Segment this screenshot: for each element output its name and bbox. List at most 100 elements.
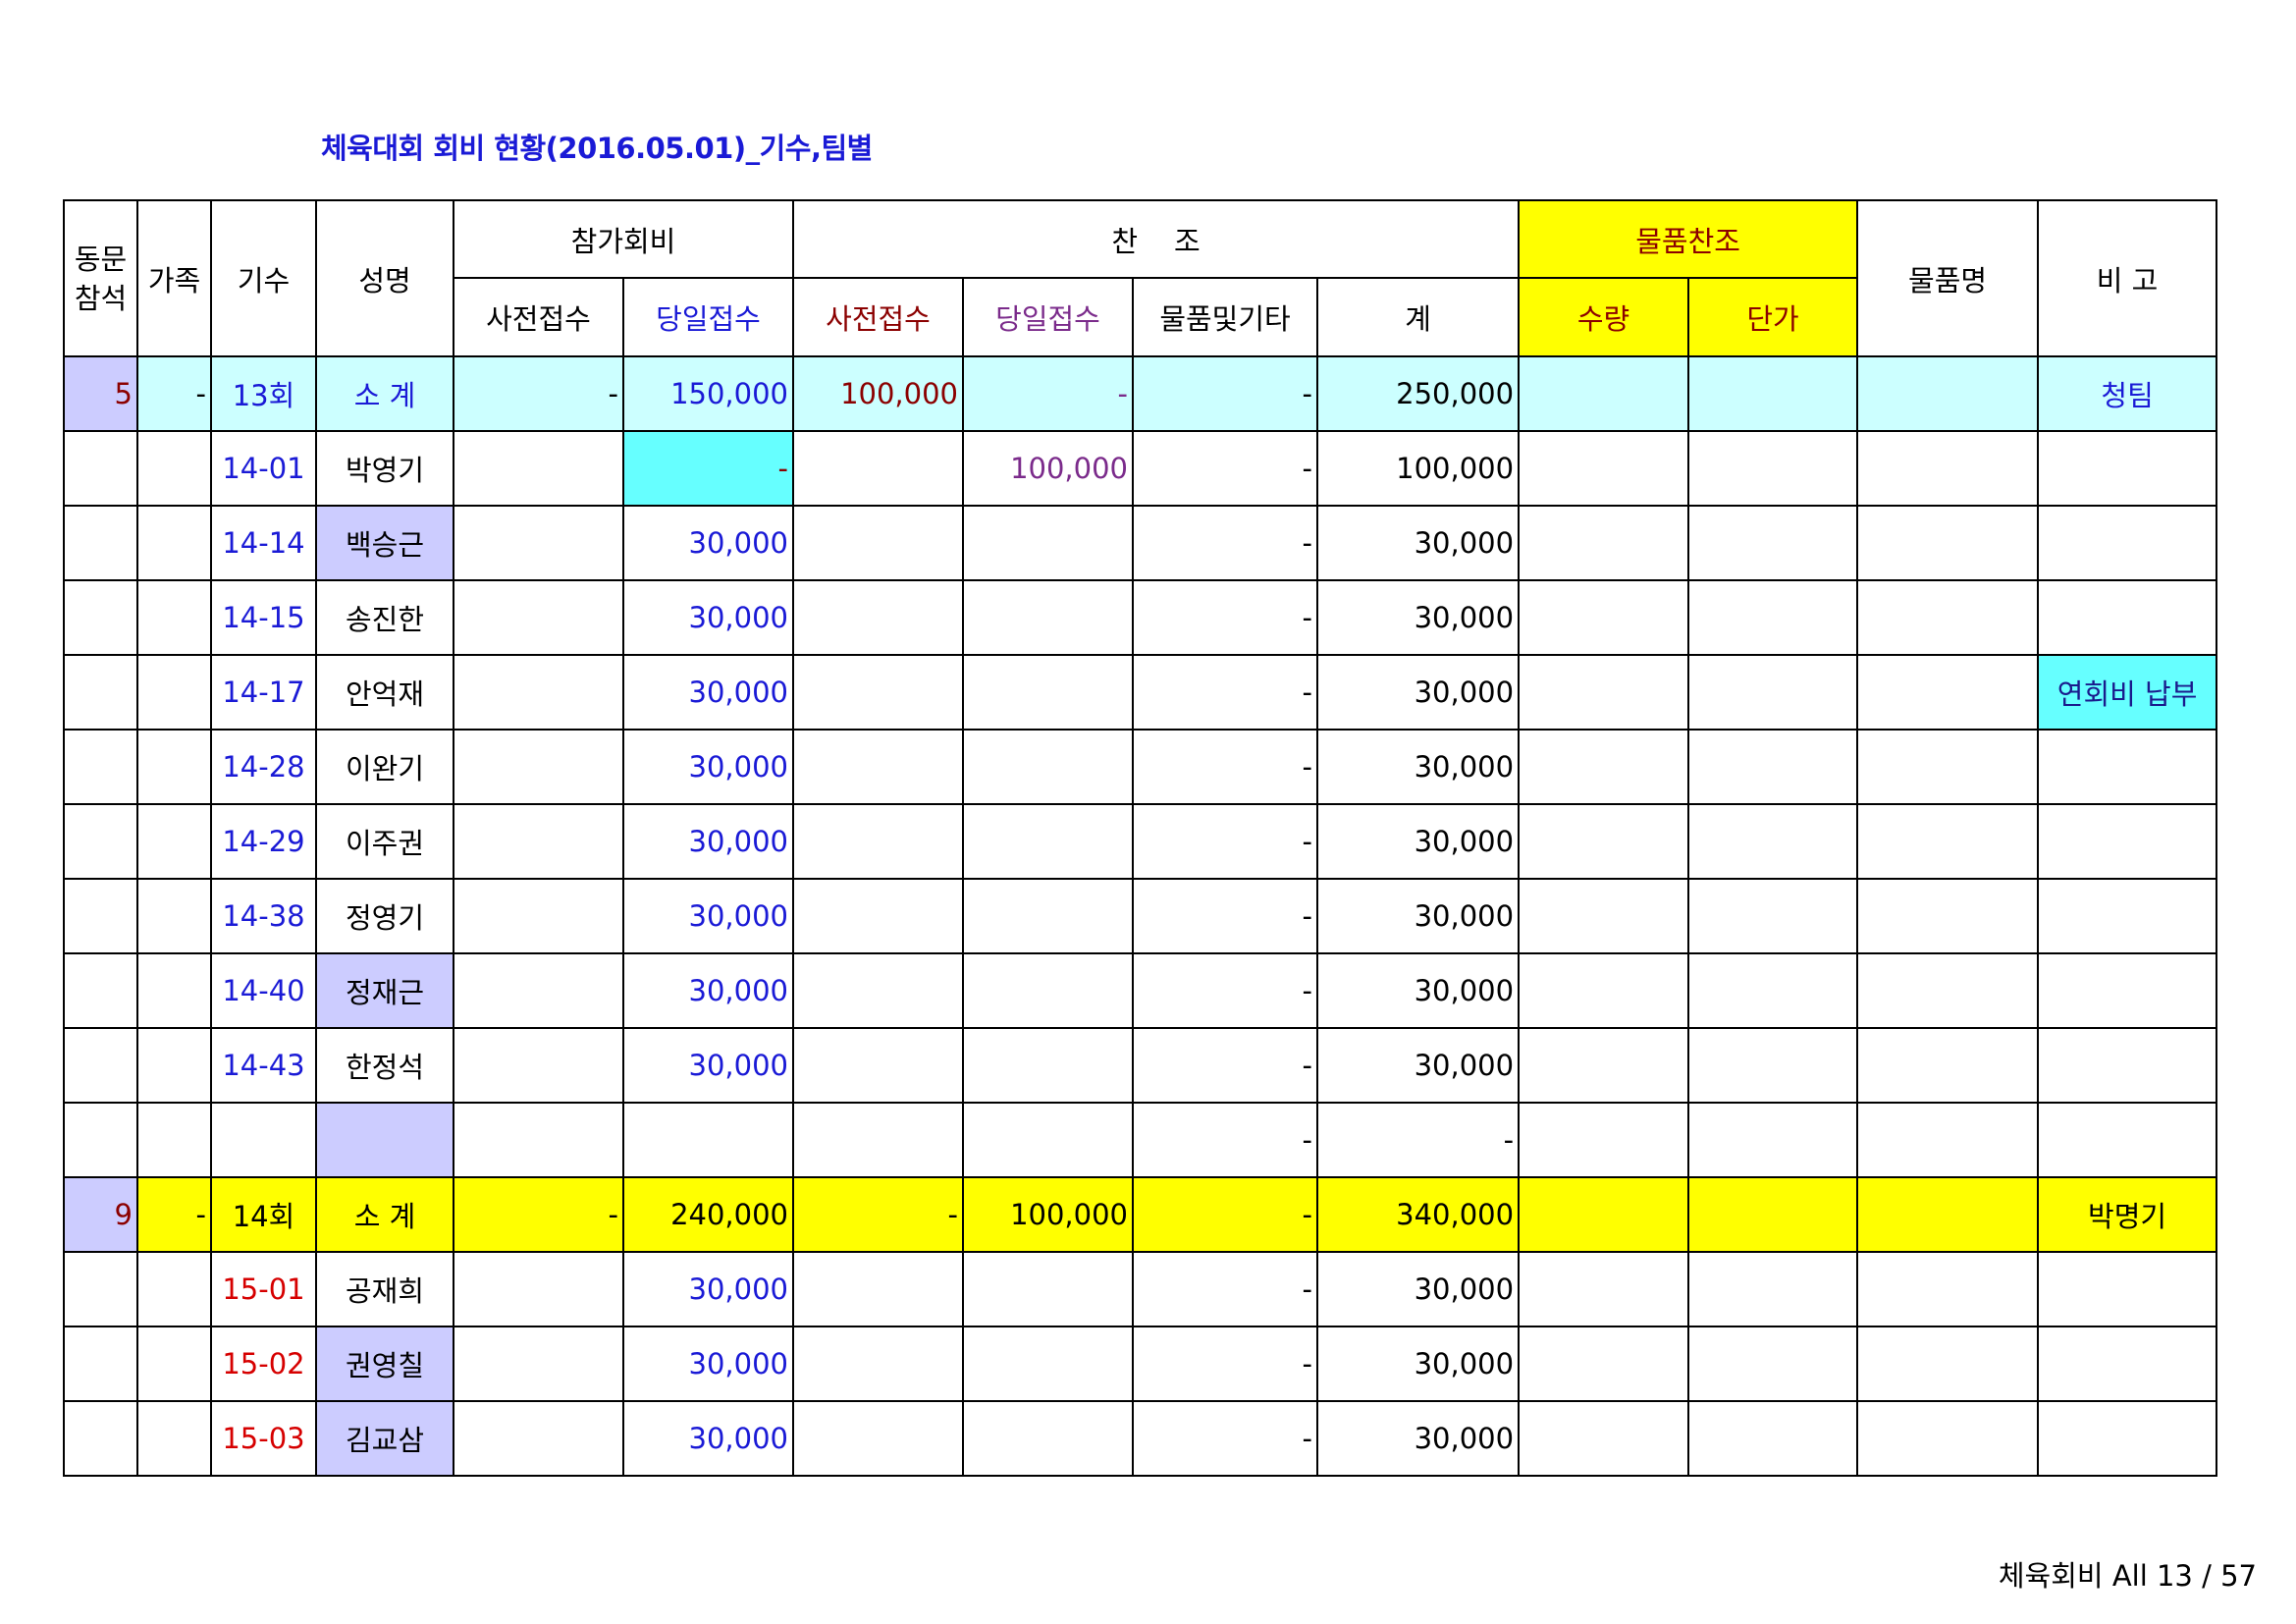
cell-name: 소 계: [315, 355, 454, 432]
cell-sup-goods: -: [1132, 1176, 1319, 1253]
cell-price: [1687, 355, 1859, 432]
cell-note: [2037, 1326, 2218, 1402]
cell-family: [136, 729, 212, 805]
cell-price: [1687, 1400, 1859, 1477]
header-family: 가족: [136, 199, 212, 357]
cell-sup-day: [962, 803, 1135, 880]
cell-sup-goods: -: [1132, 1400, 1319, 1477]
cell-sup-goods: -: [1132, 355, 1319, 432]
cell-sup-day: [962, 1326, 1135, 1402]
cell-family: -: [136, 1176, 212, 1253]
cell-sup-goods: -: [1132, 1027, 1319, 1104]
table-row: 15-03 김교삼 30,000-30,000: [63, 1400, 2218, 1477]
cell-name: 정재근: [315, 952, 454, 1029]
cell-sup-goods: -: [1132, 1326, 1319, 1402]
cell-goods-name: [1856, 952, 2040, 1029]
cell-gisu: 15-02: [210, 1326, 317, 1402]
header-fee-pre: 사전접수: [453, 277, 624, 357]
cell-note: [2037, 952, 2218, 1029]
cell-attend: 9: [63, 1176, 138, 1253]
cell-note: [2037, 729, 2218, 805]
header-sup-day: 당일접수: [962, 277, 1135, 357]
cell-name: [315, 1102, 454, 1178]
cell-attend: [63, 505, 138, 581]
header-goods-price: 단가: [1687, 277, 1859, 357]
cell-total: 100,000: [1316, 430, 1521, 507]
cell-fee-pre: [453, 952, 624, 1029]
cell-goods-name: [1856, 430, 2040, 507]
cell-name: 백승근: [315, 505, 454, 581]
cell-attend: [63, 654, 138, 731]
cell-total: 30,000: [1316, 654, 1521, 731]
header-support-group: 찬 조: [792, 199, 1521, 279]
cell-note: [2037, 878, 2218, 954]
cell-sup-day: [962, 1102, 1135, 1178]
cell-price: [1687, 952, 1859, 1029]
cell-gisu: 13회: [210, 355, 317, 432]
cell-qty: [1518, 1176, 1690, 1253]
cell-fee-pre: [453, 1102, 624, 1178]
cell-total: 30,000: [1316, 1251, 1521, 1327]
cell-sup-day: [962, 1027, 1135, 1104]
cell-goods-name: [1856, 1176, 2040, 1253]
cell-gisu: 14-40: [210, 952, 317, 1029]
cell-note: [2037, 1251, 2218, 1327]
cell-attend: [63, 729, 138, 805]
cell-fee-pre: [453, 654, 624, 731]
cell-attend: [63, 803, 138, 880]
cell-note: [2037, 505, 2218, 581]
cell-sup-pre: [792, 952, 965, 1029]
cell-fee-pre: -: [453, 355, 624, 432]
cell-gisu: 14-15: [210, 579, 317, 656]
cell-qty: [1518, 1102, 1690, 1178]
cell-family: [136, 1326, 212, 1402]
cell-name: 권영칠: [315, 1326, 454, 1402]
cell-price: [1687, 1251, 1859, 1327]
cell-sup-day: -: [962, 355, 1135, 432]
cell-fee-pre: -: [453, 1176, 624, 1253]
cell-sup-pre: [792, 579, 965, 656]
cell-fee-pre: [453, 505, 624, 581]
cell-name: 안억재: [315, 654, 454, 731]
cell-sup-day: 100,000: [962, 430, 1135, 507]
cell-fee-pre: [453, 729, 624, 805]
header-sup-total: 계: [1316, 277, 1521, 357]
cell-sup-pre: [792, 878, 965, 954]
header-goods-name: 물품명: [1856, 199, 2040, 357]
header-fee-day: 당일접수: [621, 277, 795, 357]
cell-family: [136, 654, 212, 731]
cell-sup-pre: [792, 430, 965, 507]
cell-attend: [63, 1102, 138, 1178]
cell-note: 청팀: [2037, 355, 2218, 432]
cell-gisu: 14-43: [210, 1027, 317, 1104]
header-goods-qty: 수량: [1518, 277, 1690, 357]
page-footer: 체육회비 All 13 / 57: [1998, 1559, 2257, 1593]
cell-goods-name: [1856, 579, 2040, 656]
cell-fee-day: 30,000: [621, 803, 795, 880]
cell-qty: [1518, 1251, 1690, 1327]
cell-sup-goods: -: [1132, 579, 1319, 656]
cell-name: 이주권: [315, 803, 454, 880]
cell-price: [1687, 430, 1859, 507]
cell-sup-goods: -: [1132, 729, 1319, 805]
cell-price: [1687, 1326, 1859, 1402]
cell-sup-goods: -: [1132, 654, 1319, 731]
cell-price: [1687, 505, 1859, 581]
cell-gisu: 14-38: [210, 878, 317, 954]
cell-name: 이완기: [315, 729, 454, 805]
cell-price: [1687, 1176, 1859, 1253]
page-title: 체육대회 회비 현황(2016.05.01)_기수,팀별: [321, 132, 873, 165]
cell-sup-goods: -: [1132, 803, 1319, 880]
cell-note: [2037, 1102, 2218, 1178]
cell-total: 340,000: [1316, 1176, 1521, 1253]
cell-fee-pre: [453, 1400, 624, 1477]
cell-sup-day: [962, 1400, 1135, 1477]
cell-name: 한정석: [315, 1027, 454, 1104]
cell-fee-day: 30,000: [621, 654, 795, 731]
table-row: 14-15 송진한 30,000-30,000: [63, 579, 2218, 656]
cell-sup-pre: [792, 1102, 965, 1178]
cell-family: [136, 952, 212, 1029]
header-sup-goods: 물품및기타: [1132, 277, 1319, 357]
cell-gisu: 14-17: [210, 654, 317, 731]
cell-note: [2037, 430, 2218, 507]
